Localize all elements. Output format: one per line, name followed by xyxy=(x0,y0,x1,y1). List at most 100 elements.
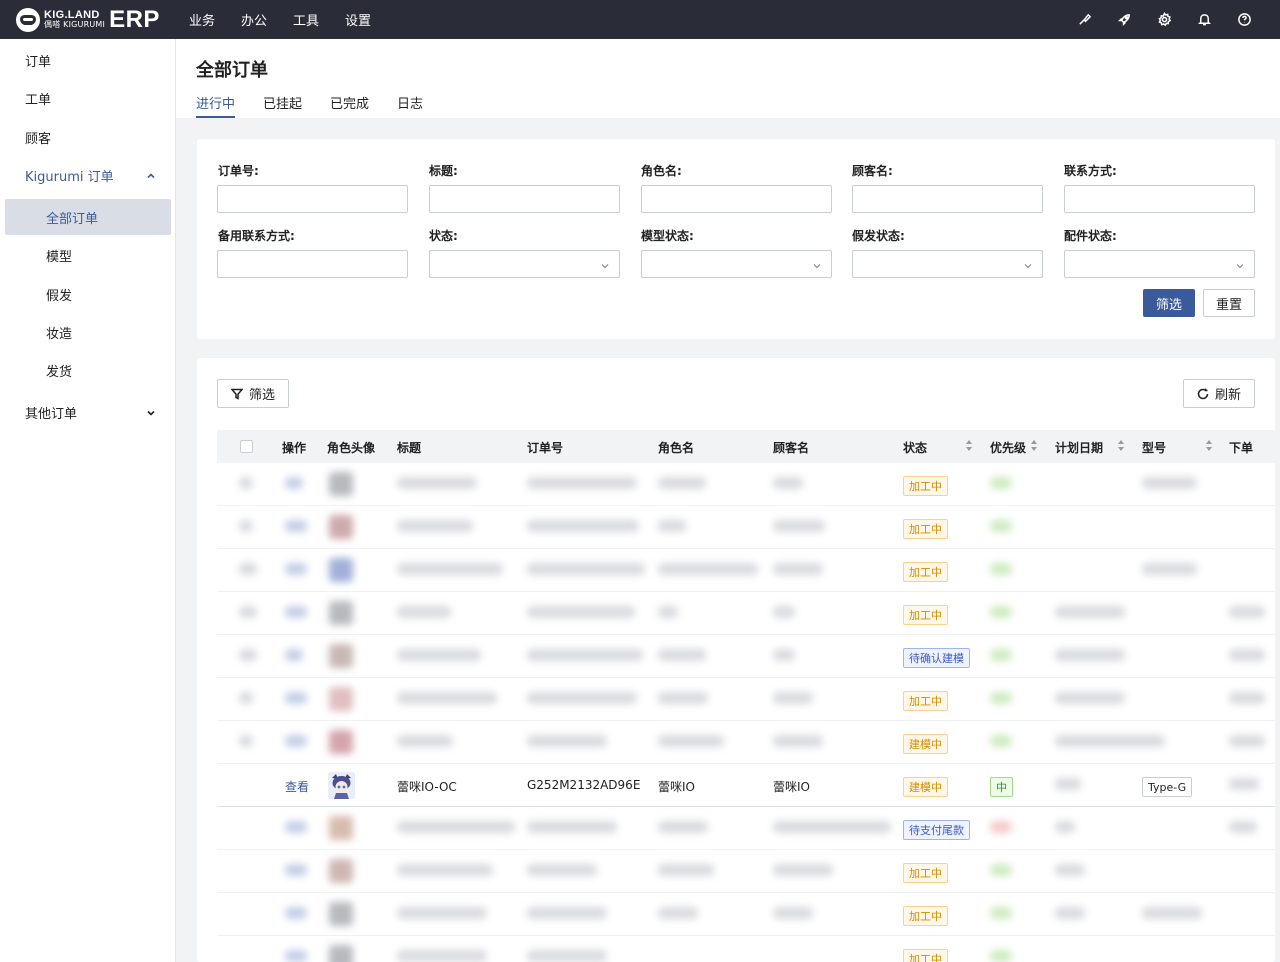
topnav-office[interactable]: 办公 xyxy=(241,10,267,29)
sort-icon[interactable] xyxy=(966,440,973,452)
role-name-input[interactable] xyxy=(641,185,832,213)
kig-logo-icon xyxy=(16,7,40,32)
table-row[interactable]: 查看 蕾咪IO-OC G252M2132AD96E 蕾咪IO 蕾咪IO 建模中 … xyxy=(217,764,1275,807)
refresh-icon xyxy=(1197,388,1209,399)
sidebar-item-orders[interactable]: 订单 xyxy=(0,42,176,78)
topnav-settings[interactable]: 设置 xyxy=(345,10,371,29)
col-status[interactable]: 状态 xyxy=(903,439,927,456)
label-role-name: 角色名: xyxy=(641,164,682,178)
customer-name-input[interactable] xyxy=(852,185,1043,213)
label-wig-status: 假发状态: xyxy=(852,229,905,243)
accessory-status-select[interactable] xyxy=(1064,250,1255,278)
contact-input[interactable] xyxy=(1064,185,1255,213)
order-no-input[interactable] xyxy=(217,185,408,213)
status-badge: 加工中 xyxy=(903,605,948,625)
table-filter-button[interactable]: 筛选 xyxy=(217,379,289,408)
filter-reset-button[interactable]: 重置 xyxy=(1203,289,1255,317)
sort-icon[interactable] xyxy=(1031,440,1038,452)
sidebar-item-kigurumi-orders[interactable]: Kigurumi 订单 xyxy=(0,157,176,193)
table-row[interactable]: 加工中 xyxy=(217,936,1275,962)
col-priority[interactable]: 优先级 xyxy=(990,439,1026,456)
topnav-business[interactable]: 业务 xyxy=(189,10,215,29)
table-row[interactable]: 建模中 xyxy=(217,721,1275,764)
col-title: 标题 xyxy=(397,441,422,455)
table-row[interactable]: 待支付尾款 xyxy=(217,807,1275,850)
table-row[interactable]: 待确认建模 xyxy=(217,635,1275,678)
brush-icon[interactable] xyxy=(1076,12,1092,28)
order-number: G252M2132AD96E xyxy=(527,778,641,792)
sort-icon[interactable] xyxy=(1206,440,1213,452)
customer-name: 蕾咪IO xyxy=(773,780,810,794)
funnel-icon xyxy=(230,388,243,400)
role-name: 蕾咪IO xyxy=(658,780,695,794)
title-input[interactable] xyxy=(429,185,620,213)
col-avatar: 角色头像 xyxy=(327,441,376,455)
sidebar-item-makeup[interactable]: 妆造 xyxy=(0,314,176,350)
sidebar-item-wigs[interactable]: 假发 xyxy=(0,276,176,312)
col-model[interactable]: 型号 xyxy=(1142,439,1166,456)
refresh-button[interactable]: 刷新 xyxy=(1183,379,1255,408)
sidebar-item-other-orders[interactable]: 其他订单 xyxy=(0,394,176,430)
status-badge: 加工中 xyxy=(903,949,948,962)
col-plan-date[interactable]: 计划日期 xyxy=(1055,439,1103,456)
table-row[interactable]: 加工中 xyxy=(217,506,1275,549)
brand-line2: 偶嗒 KIGURUMI xyxy=(44,19,106,29)
label-status: 状态: xyxy=(429,229,458,243)
bell-icon[interactable] xyxy=(1196,12,1212,28)
page-title: 全部订单 xyxy=(196,60,268,81)
sidebar-item-work-orders[interactable]: 工单 xyxy=(0,80,176,116)
topnav-tools[interactable]: 工具 xyxy=(293,10,319,29)
status-badge: 待支付尾款 xyxy=(903,820,970,840)
top-bar: KIG.LAND 偶嗒 KIGURUMI ERP 业务 办公 工具 设置 xyxy=(0,0,1280,39)
table-row[interactable]: 加工中 xyxy=(217,549,1275,592)
chevron-down-icon xyxy=(146,407,156,417)
col-action: 操作 xyxy=(282,441,307,455)
tab-completed[interactable]: 已完成 xyxy=(330,93,369,118)
label-order-no: 订单号: xyxy=(218,164,259,178)
status-badge: 建模中 xyxy=(903,734,948,754)
sidebar-item-customers[interactable]: 顾客 xyxy=(0,119,176,155)
sidebar-item-models[interactable]: 模型 xyxy=(0,237,176,273)
status-badge: 加工中 xyxy=(903,476,948,496)
avatar[interactable] xyxy=(328,772,355,799)
label-backup-contact: 备用联系方式: xyxy=(218,229,295,243)
sidebar: 订单 工单 顾客 Kigurumi 订单 全部订单 模型 假发 妆造 发货 其他… xyxy=(0,39,176,962)
sidebar-item-all-orders[interactable]: 全部订单 xyxy=(5,199,171,235)
top-nav: 业务 办公 工具 设置 xyxy=(189,10,397,29)
model-status-select[interactable] xyxy=(641,250,832,278)
gear-icon[interactable] xyxy=(1156,12,1172,28)
status-badge: 待确认建模 xyxy=(903,648,970,668)
status-badge: 加工中 xyxy=(903,863,948,883)
chevron-up-icon xyxy=(146,170,156,180)
status-badge: 建模中 xyxy=(903,777,948,797)
tab-log[interactable]: 日志 xyxy=(397,93,423,118)
table-row[interactable]: 加工中 xyxy=(217,850,1275,893)
status-select[interactable] xyxy=(429,250,620,278)
brand-logo[interactable]: KIG.LAND 偶嗒 KIGURUMI ERP xyxy=(16,6,176,34)
filter-submit-button[interactable]: 筛选 xyxy=(1143,289,1195,317)
table-row[interactable]: 加工中 xyxy=(217,592,1275,635)
status-badge: 加工中 xyxy=(903,562,948,582)
col-role-name: 角色名 xyxy=(658,441,695,455)
orders-table-card: 筛选 刷新 操作 角色头像 标题 订单号 角色名 顾客名 状态 优先级 计划日期… xyxy=(197,358,1275,962)
label-model-status: 模型状态: xyxy=(641,229,694,243)
tab-suspended[interactable]: 已挂起 xyxy=(263,93,302,118)
backup-contact-input[interactable] xyxy=(217,250,408,278)
brand-product: ERP xyxy=(109,5,160,33)
label-customer-name: 顾客名: xyxy=(852,164,893,178)
label-contact: 联系方式: xyxy=(1064,164,1117,178)
table-row[interactable]: 加工中 xyxy=(217,463,1275,506)
select-all-checkbox[interactable] xyxy=(240,440,253,453)
tab-in-progress[interactable]: 进行中 xyxy=(196,93,236,118)
rocket-icon[interactable] xyxy=(1116,12,1132,28)
wig-status-select[interactable] xyxy=(852,250,1043,278)
table-row[interactable]: 加工中 xyxy=(217,678,1275,721)
help-icon[interactable] xyxy=(1236,12,1252,28)
sort-icon[interactable] xyxy=(1118,440,1125,452)
brand-line1: KIG.LAND xyxy=(44,8,100,21)
col-customer: 顾客名 xyxy=(773,441,810,455)
view-link[interactable]: 查看 xyxy=(285,778,309,795)
table-row[interactable]: 加工中 xyxy=(217,893,1275,936)
col-order-date: 下单 xyxy=(1229,441,1254,455)
sidebar-item-shipping[interactable]: 发货 xyxy=(0,352,176,388)
